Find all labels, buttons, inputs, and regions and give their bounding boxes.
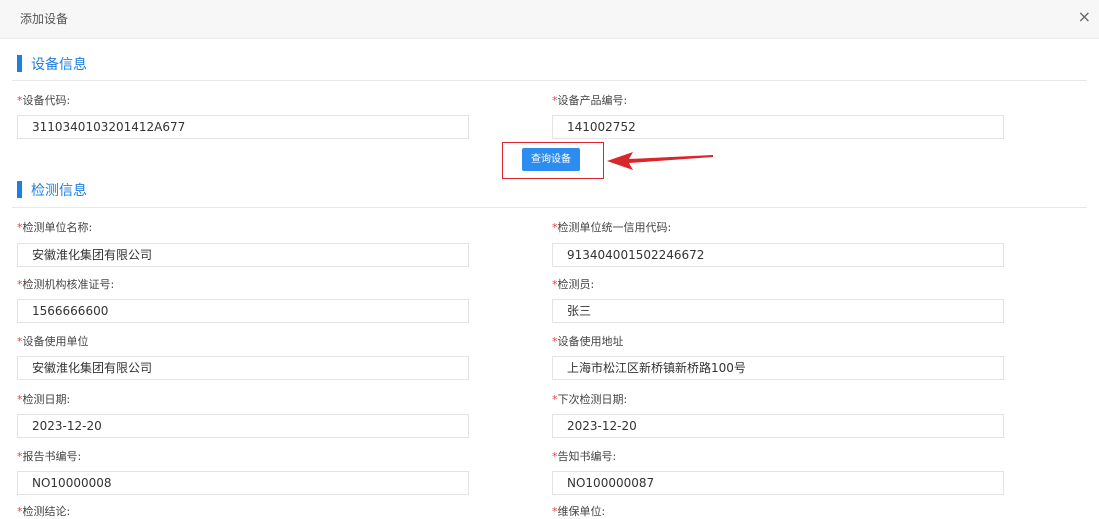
license-no-label: *检测机构核准证号: (17, 278, 115, 291)
section-accent-bar (17, 55, 22, 72)
product-no-field[interactable]: 141002752 (552, 115, 1004, 139)
unit-name-field[interactable]: 安徽淮化集团有限公司 (17, 243, 469, 267)
next-date-label: *下次检测日期: (552, 393, 628, 406)
inspect-date-label: *检测日期: (17, 393, 71, 406)
next-date-field[interactable]: 2023-12-20 (552, 414, 1004, 438)
divider (12, 80, 1087, 81)
section-title: 设备信息 (31, 57, 87, 73)
query-device-button[interactable]: 查询设备 (522, 148, 580, 171)
credit-code-field[interactable]: 913404001502246672 (552, 243, 1004, 267)
notice-no-label: *告知书编号: (552, 450, 617, 463)
license-no-field[interactable]: 1566666600 (17, 299, 469, 323)
section-title: 检测信息 (31, 183, 87, 199)
dialog-header: 添加设备 × (0, 0, 1099, 39)
inspect-date-field[interactable]: 2023-12-20 (17, 414, 469, 438)
conclusion-label: *检测结论: (17, 505, 71, 518)
report-no-field[interactable]: NO10000008 (17, 471, 469, 495)
dialog-title: 添加设备 (20, 12, 69, 26)
user-unit-label: *设备使用单位 (17, 335, 89, 348)
credit-code-label: *检测单位统一信用代码: (552, 221, 672, 234)
unit-name-label: *检测单位名称: (17, 221, 93, 234)
section-accent-bar (17, 181, 22, 198)
inspector-field[interactable]: 张三 (552, 299, 1004, 323)
user-unit-field[interactable]: 安徽淮化集团有限公司 (17, 356, 469, 380)
user-address-label: *设备使用地址 (552, 335, 624, 348)
device-code-field[interactable]: 3110340103201412A677 (17, 115, 469, 139)
arrow-annotation-icon (607, 152, 713, 170)
product-no-label: *设备产品编号: (552, 94, 628, 107)
device-code-label: *设备代码: (17, 94, 71, 107)
notice-no-field[interactable]: NO100000087 (552, 471, 1004, 495)
maintenance-unit-label: *维保单位: (552, 505, 606, 518)
user-address-field[interactable]: 上海市松江区新桥镇新桥路100号 (552, 356, 1004, 380)
report-no-label: *报告书编号: (17, 450, 82, 463)
inspector-label: *检测员: (552, 278, 595, 291)
divider (12, 207, 1087, 208)
close-icon[interactable]: × (1078, 9, 1091, 25)
